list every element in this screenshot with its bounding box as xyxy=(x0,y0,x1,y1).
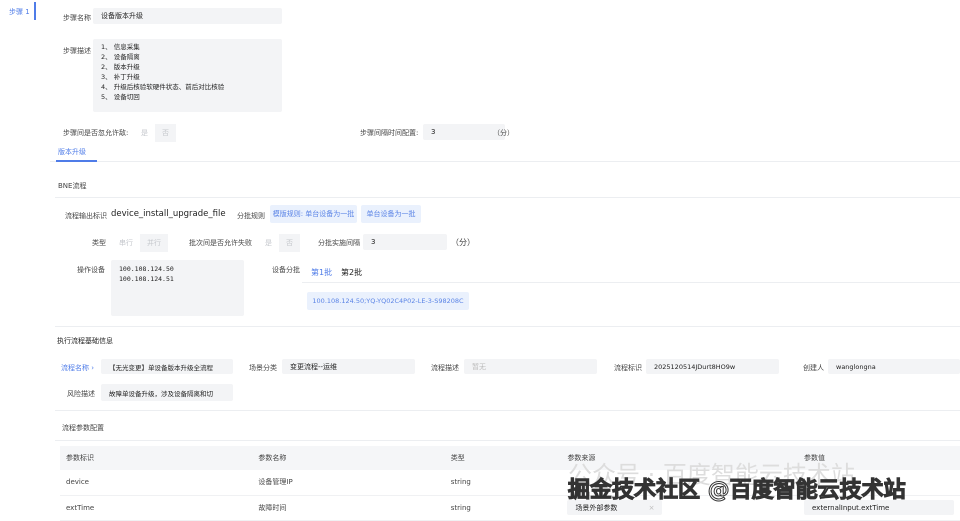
scene-input[interactable]: 变更流程--运维 xyxy=(282,359,415,374)
col-type: 类型 xyxy=(444,446,562,470)
batch-device-tag[interactable]: 100.108.124.50;YQ-YQ02C4P02-LE-3-S98208C xyxy=(307,292,469,310)
cell-type: string xyxy=(444,470,562,496)
batch-rule-label: 分批规则 xyxy=(237,212,265,220)
step-name-input[interactable]: 设备版本升级 xyxy=(93,8,282,24)
type-label: 类型 xyxy=(92,239,106,247)
risk-label: 风险描述 xyxy=(67,390,95,398)
creator-label: 创建人 xyxy=(803,364,824,372)
params-title: 流程参数配置 xyxy=(62,424,104,432)
output-value: device_install_upgrade_file xyxy=(111,209,226,219)
risk-input[interactable]: 故障单设备升级，涉及设备隔离和切 xyxy=(101,384,233,401)
step-desc-label: 步骤描述 xyxy=(63,47,91,55)
interval-unit: （分） xyxy=(493,129,514,137)
allow-fail-yes[interactable]: 是 xyxy=(258,234,279,252)
step-desc-textarea[interactable]: 1、 信息采集 2、 设备隔离 2、 版本升级 3、 补丁升级 4、 升级后核验… xyxy=(93,39,282,112)
exec-title: 执行流程基础信息 xyxy=(57,337,113,345)
devices-label: 操作设备 xyxy=(77,266,105,274)
flow-id-label: 流程标识 xyxy=(614,364,642,372)
step-tab-1[interactable]: 步骤 1 xyxy=(9,7,30,17)
creator-input[interactable]: wanglongna xyxy=(828,359,960,374)
ignore-yes[interactable]: 是 xyxy=(134,124,155,142)
scene-label: 场景分类 xyxy=(249,364,277,372)
watermark-main: 掘金技术社区 @百度智能云技术站 xyxy=(568,478,907,504)
batch-rule-single[interactable]: 单台设备为一批 xyxy=(361,205,421,223)
ignore-toggle[interactable]: 是否 xyxy=(134,124,176,142)
tab-version-upgrade[interactable]: 版本升级 xyxy=(58,147,86,157)
type-serial[interactable]: 串行 xyxy=(112,234,140,252)
col-param-id: 参数标识 xyxy=(60,446,253,470)
cell-name: 故障时间 xyxy=(252,495,445,521)
tab-indicator xyxy=(56,160,97,162)
device-batch-label: 设备分批 xyxy=(272,266,300,274)
cell-id: device xyxy=(60,470,253,496)
interval-label: 步骤间隔时间配置: xyxy=(360,129,419,137)
allow-fail-label: 批次间是否允许失败 xyxy=(189,239,252,247)
devices-textarea[interactable]: 100.108.124.50 100.108.124.51 xyxy=(111,260,244,316)
flow-name-label: 流程名称 › xyxy=(61,364,95,372)
batch-interval-label: 分批实施间隔 xyxy=(318,239,360,247)
cell-name: 设备管理IP xyxy=(252,470,445,496)
type-toggle[interactable]: 串行 并行 xyxy=(112,234,168,252)
ignore-no[interactable]: 否 xyxy=(155,124,176,142)
allow-fail-no[interactable]: 否 xyxy=(279,234,300,252)
batch-interval-unit: （分） xyxy=(451,238,475,247)
flow-desc-label: 流程描述 xyxy=(431,364,459,372)
cell-type: string xyxy=(444,495,562,521)
col-param-name: 参数名称 xyxy=(252,446,445,470)
batch-tab-1[interactable]: 第1批 xyxy=(311,267,332,278)
allow-fail-toggle[interactable]: 是否 xyxy=(258,234,300,252)
batch-rule-template[interactable]: 模版规则: 单台设备为一批 xyxy=(270,205,357,223)
flow-desc-input[interactable]: 暂无 xyxy=(464,359,597,374)
output-label: 流程输出标识 xyxy=(65,212,107,220)
flow-name-input[interactable]: 【无光变更】单设备版本升级全流程 xyxy=(101,359,233,374)
bne-title: BNE流程 xyxy=(58,182,87,190)
batch-interval-input[interactable]: 3 xyxy=(363,234,447,250)
ignore-label: 步骤间是否忽允许敌: xyxy=(63,129,129,137)
flow-id-input[interactable]: 2025120514JDurt8HO9w xyxy=(646,359,779,374)
batch-tab-2[interactable]: 第2批 xyxy=(341,267,362,278)
type-parallel[interactable]: 并行 xyxy=(140,234,168,252)
step-tab-indicator xyxy=(34,2,36,20)
step-name-label: 步骤名称 xyxy=(63,14,91,22)
cell-id: extTime xyxy=(60,495,253,521)
